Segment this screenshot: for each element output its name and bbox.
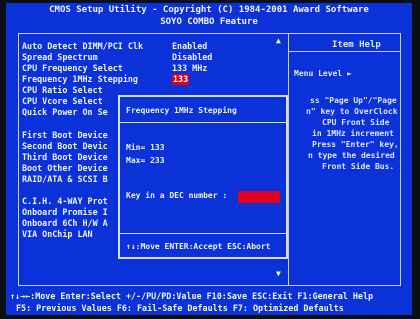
dialog-prompt: Key in a DEC number : <box>126 191 228 200</box>
setting-row[interactable]: Auto Detect DIMM/PCI Clk Enabled <box>22 41 207 52</box>
footer-keys-line1: ↑↓→←:Move Enter:Select +/-/PU/PD:Value F… <box>10 291 374 301</box>
dialog-divider-top <box>120 122 286 123</box>
window-title: CMOS Setup Utility - Copyright (C) 1984-… <box>49 5 369 15</box>
dec-number-input[interactable] <box>238 191 280 203</box>
setting-label: Quick Power On Se <box>22 107 108 117</box>
setting-label: CPU Vcore Select <box>22 96 103 106</box>
setting-row[interactable]: Onboard Promise I <box>22 207 108 218</box>
help-line: n type the desired <box>308 151 395 160</box>
setting-label: CPU Ratio Select <box>22 85 103 95</box>
setting-label: C.I.H. 4-WAY Prot <box>22 196 108 206</box>
setting-value-selected[interactable]: 133 <box>172 74 190 85</box>
stepping-dialog: Frequency 1MHz Stepping Min= 133 Max= 23… <box>118 95 288 259</box>
setting-row[interactable]: RAID/ATA & SCSI B <box>22 174 108 185</box>
setting-label: Third Boot Device <box>22 152 108 162</box>
setting-row[interactable]: CPU Frequency Select 133 MHz <box>22 63 207 74</box>
setting-row[interactable]: Boot Other Device <box>22 163 108 174</box>
setting-row[interactable]: Third Boot Device <box>22 152 108 163</box>
setting-row[interactable]: Onboard 6Ch H/W A <box>22 218 108 229</box>
help-title-separator <box>288 51 401 52</box>
setting-row[interactable]: CPU Vcore Select <box>22 96 103 107</box>
page-subtitle: SOYO COMBO Feature <box>160 17 258 27</box>
dialog-max: Max= 233 <box>126 156 165 165</box>
dialog-divider-bottom <box>120 233 286 234</box>
bios-screen: CMOS Setup Utility - Copyright (C) 1984-… <box>6 3 412 315</box>
footer-keys-line2: F5: Previous Values F6: Fail-Safe Defaul… <box>16 303 344 313</box>
help-line: in 1MHz increment <box>312 129 394 138</box>
setting-row[interactable]: CPU Ratio Select <box>22 85 103 96</box>
dialog-footer-keys: ↑↓:Move ENTER:Accept ESC:Abort <box>126 242 271 251</box>
setting-label: Boot Other Device <box>22 163 108 173</box>
help-line: Front Side Bus. <box>322 162 395 171</box>
dialog-title: Frequency 1MHz Stepping <box>126 106 237 115</box>
setting-row[interactable]: VIA OnChip LAN <box>22 229 93 240</box>
dialog-min: Min= 133 <box>126 143 165 152</box>
scroll-up-icon[interactable]: ▲ <box>276 36 281 45</box>
setting-label: RAID/ATA & SCSI B <box>22 174 108 184</box>
setting-row[interactable]: Quick Power On Se <box>22 107 108 118</box>
setting-label: VIA OnChip LAN <box>22 229 93 239</box>
setting-label: Onboard 6Ch H/W A <box>22 218 108 228</box>
menu-level: Menu Level ► <box>294 69 352 78</box>
help-line: n" key to OverClock <box>306 107 398 116</box>
setting-row[interactable]: Second Boot Devic <box>22 141 108 152</box>
setting-label: CPU Frequency Select <box>22 63 123 73</box>
help-title: Item Help <box>332 40 381 50</box>
help-line: Press "Enter" key, <box>312 140 399 149</box>
help-line: ss "Page Up"/"Page <box>310 96 397 105</box>
setting-value[interactable]: 133 MHz <box>172 63 207 74</box>
setting-row[interactable]: First Boot Device <box>22 130 108 141</box>
setting-label: Second Boot Devic <box>22 141 108 151</box>
setting-label: Auto Detect DIMM/PCI Clk <box>22 41 144 51</box>
setting-value[interactable]: Enabled <box>172 41 207 52</box>
setting-value[interactable]: Disabled <box>172 52 212 63</box>
setting-label: First Boot Device <box>22 130 108 140</box>
help-line: CPU Front Side <box>322 118 390 127</box>
setting-row[interactable]: Frequency 1MHz Stepping 133 <box>22 74 190 85</box>
setting-label: Frequency 1MHz Stepping <box>22 74 138 84</box>
setting-label: Spread Spectrum <box>22 52 98 62</box>
setting-row[interactable]: C.I.H. 4-WAY Prot <box>22 196 108 207</box>
scroll-down-icon[interactable]: ▼ <box>276 269 281 278</box>
setting-label: Onboard Promise I <box>22 207 108 217</box>
setting-row[interactable]: Spread Spectrum Disabled <box>22 52 212 63</box>
